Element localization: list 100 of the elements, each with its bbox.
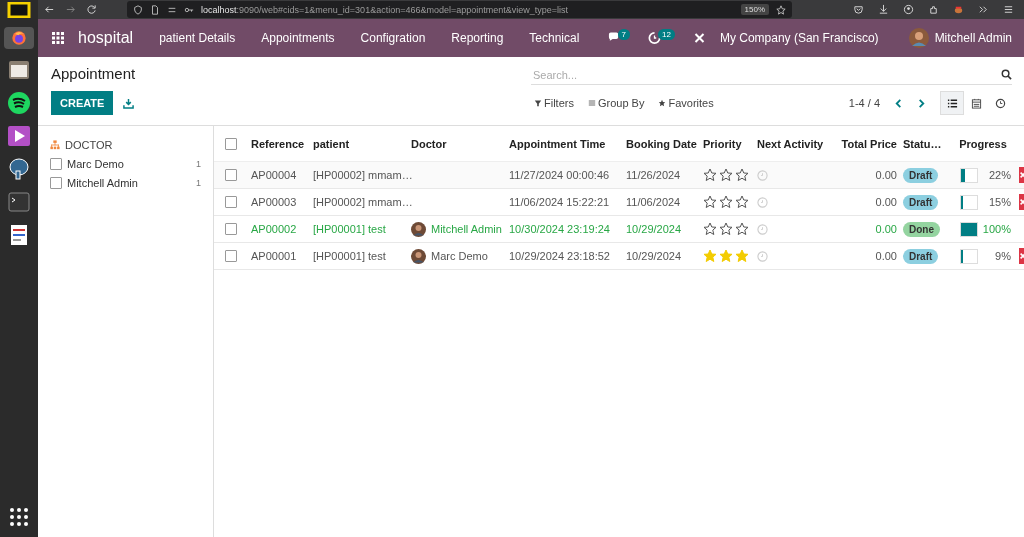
panel-heading: DOCTOR [65,139,113,151]
column-header[interactable]: Next Activity [757,137,824,150]
menu-item[interactable]: Configration [360,31,426,45]
row-checkbox[interactable] [225,196,237,208]
status-badge: Draft [903,248,939,264]
favorites-button[interactable]: Favorites [655,97,717,109]
table-cell: [HP00002] mmam… [313,169,413,181]
table-cell: 10/29/2024 23:18:52 [509,250,610,262]
create-button[interactable]: CREATE [51,91,114,115]
account-icon[interactable] [903,4,914,15]
play-icon[interactable] [7,124,31,148]
download-icon[interactable] [878,4,889,15]
zoom-level[interactable]: 150% [740,4,769,15]
table-cell: Mitchell Admin [431,223,502,235]
column-header[interactable]: Priority [703,137,742,150]
table-cell: 11/26/2024 [626,169,681,181]
table-cell: AP00003 [251,196,297,208]
table-cell: AP00004 [251,169,297,181]
progress-value: 9% [994,250,1011,262]
search-field[interactable]: Search... [531,68,1001,81]
priority-stars[interactable] [703,168,749,182]
table-cell: 10/29/2024 [626,223,682,235]
table-cell: 11/27/2024 00:00:46 [509,169,610,181]
select-all-checkbox[interactable] [225,137,237,150]
user-avatar[interactable] [908,28,929,48]
menu-icon[interactable] [1003,4,1014,15]
menu-item[interactable]: Technical [529,31,580,45]
filter-label[interactable]: Mitchell Admin [67,177,191,189]
progress-bar [960,221,978,237]
column-header[interactable]: Progress [959,137,1007,150]
tools-icon[interactable] [692,32,706,44]
record-count: 1 [196,159,201,169]
extensions-icon[interactable] [928,4,939,15]
music-icon[interactable] [7,91,31,115]
table-cell: [HP00002] mmam… [313,196,413,208]
message-count: 7 [617,28,630,40]
status-badge: Draft [903,194,939,210]
table-cell: [HP00001] test [313,223,386,235]
pocket-icon[interactable] [853,4,864,15]
search-icon[interactable] [1001,69,1012,80]
page-icon [150,4,160,15]
table-cell: AP00002 [251,223,297,235]
progress-value: 22% [987,169,1011,181]
user-menu[interactable]: Mitchell Admin [934,31,1012,45]
checkbox[interactable] [50,177,62,189]
previous-icon[interactable] [894,97,903,109]
row-checkbox[interactable] [225,250,237,262]
star-icon [658,99,667,107]
menu-item[interactable]: patient Details [159,31,236,45]
table-cell: Marc Demo [431,250,488,262]
row-checkbox[interactable] [225,169,237,181]
company-switcher[interactable]: My Company (San Francisco) [719,31,879,45]
record-count: 1 [196,178,201,188]
extension-icon[interactable] [953,4,964,15]
priority-stars[interactable] [703,195,749,209]
progress-value: 100% [982,223,1011,235]
column-header[interactable]: patient [313,137,350,150]
address-bar[interactable]: localhost:9090/web#cids=1&menu_id=301&action=466&model=appointment&view_type=list 150% [127,1,792,18]
column-header[interactable]: Statu… [903,137,942,150]
list-view-button[interactable] [940,91,964,115]
column-header[interactable]: Total Price [841,137,897,150]
column-header[interactable]: Reference [251,137,305,150]
hierarchy-icon [50,140,60,150]
row-checkbox[interactable] [225,223,237,235]
next-icon[interactable] [917,97,926,109]
progress-bar [960,167,978,183]
group-by-button[interactable]: Group By [584,97,648,109]
list-icon [946,97,958,109]
doctor-avatar [411,221,426,237]
notes-icon[interactable] [7,2,31,18]
filter-label[interactable]: Marc Demo [67,158,191,170]
checkbox[interactable] [50,158,62,170]
clock-icon[interactable] [648,32,661,44]
priority-stars[interactable] [703,249,749,263]
menu-item[interactable]: Reporting [451,31,504,45]
app-name[interactable]: hospital [78,29,134,47]
column-header[interactable]: Appointment Time [509,137,606,150]
apps-menu-icon[interactable] [52,32,64,44]
progress-value: 15% [987,196,1011,208]
filters-button[interactable]: Filters [531,97,577,109]
folder-icon[interactable] [7,58,31,82]
table-cell: 11/06/2024 [626,196,681,208]
menu-item[interactable]: Appointments [261,31,335,45]
column-header[interactable]: Doctor [411,137,447,150]
table-cell: 0.00 [875,250,897,262]
apps-grid-icon[interactable] [7,505,31,529]
status-badge: Draft [903,167,939,183]
priority-stars[interactable] [703,222,749,236]
forward-icon[interactable] [65,4,76,15]
terminal-icon[interactable] [7,190,31,214]
back-icon[interactable] [44,4,55,15]
column-header[interactable]: Booking Date [626,137,697,150]
bookmark-star-icon[interactable] [776,4,786,15]
table-cell: 0.00 [875,169,897,181]
table-cell: 0.00 [875,196,897,208]
reload-icon[interactable] [86,4,97,15]
progress-bar [960,248,978,264]
overflow-icon[interactable] [978,4,989,15]
progress-bar [960,194,978,210]
download-icon[interactable] [123,97,135,109]
